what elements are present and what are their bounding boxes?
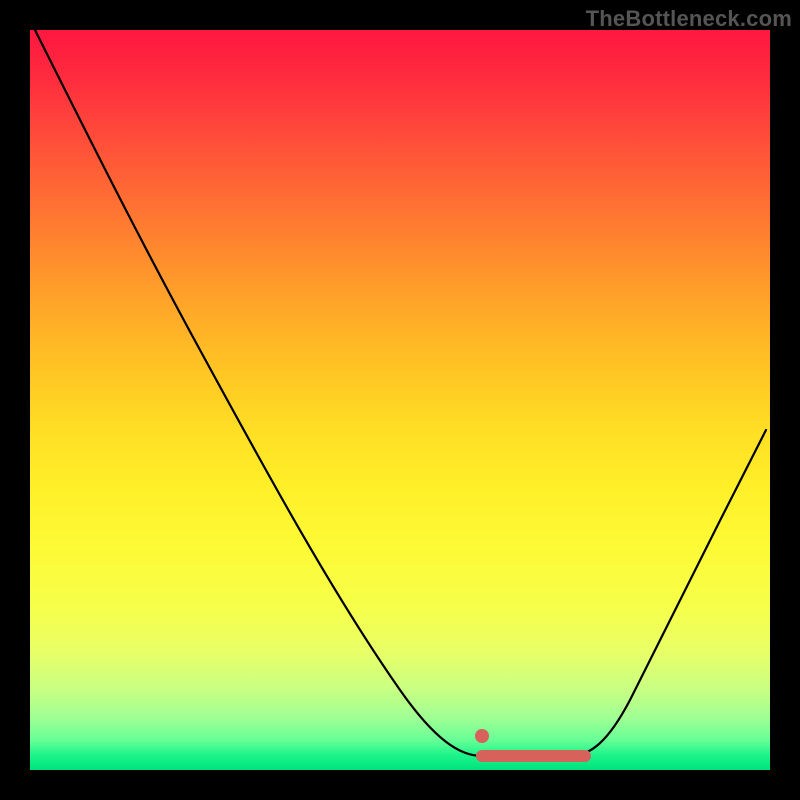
optimal-start-dot xyxy=(475,729,489,743)
chart-frame: TheBottleneck.com xyxy=(0,0,800,800)
bottleneck-curve xyxy=(30,30,770,770)
plot-area xyxy=(30,30,770,770)
curve-path xyxy=(34,30,766,756)
watermark-text: TheBottleneck.com xyxy=(586,6,792,32)
